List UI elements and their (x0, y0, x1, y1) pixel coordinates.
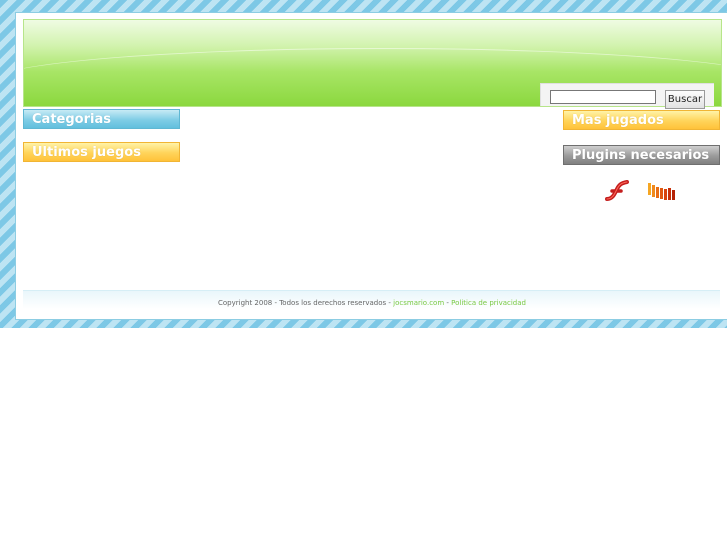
most-played-title: Mas jugados (563, 110, 720, 130)
footer: Copyright 2008 - Todos los derechos rese… (16, 299, 727, 307)
search-box: Buscar (540, 83, 714, 109)
search-input[interactable] (550, 90, 656, 104)
flash-player-icon[interactable] (604, 179, 630, 203)
latest-games-title: Ultimos juegos (23, 142, 180, 162)
shockwave-player-icon[interactable] (647, 179, 677, 203)
categories-title: Categorias (23, 109, 180, 129)
copyright-text: Copyright 2008 - Todos los derechos rese… (218, 299, 394, 307)
plugins-title: Plugins necesarios (563, 145, 720, 165)
page-container: Buscar Categorias Ultimos juegos Mas jug… (15, 12, 727, 320)
site-link[interactable]: jocsmario.com (393, 299, 444, 307)
search-button[interactable]: Buscar (665, 90, 705, 109)
privacy-link[interactable]: Politica de privacidad (451, 299, 526, 307)
